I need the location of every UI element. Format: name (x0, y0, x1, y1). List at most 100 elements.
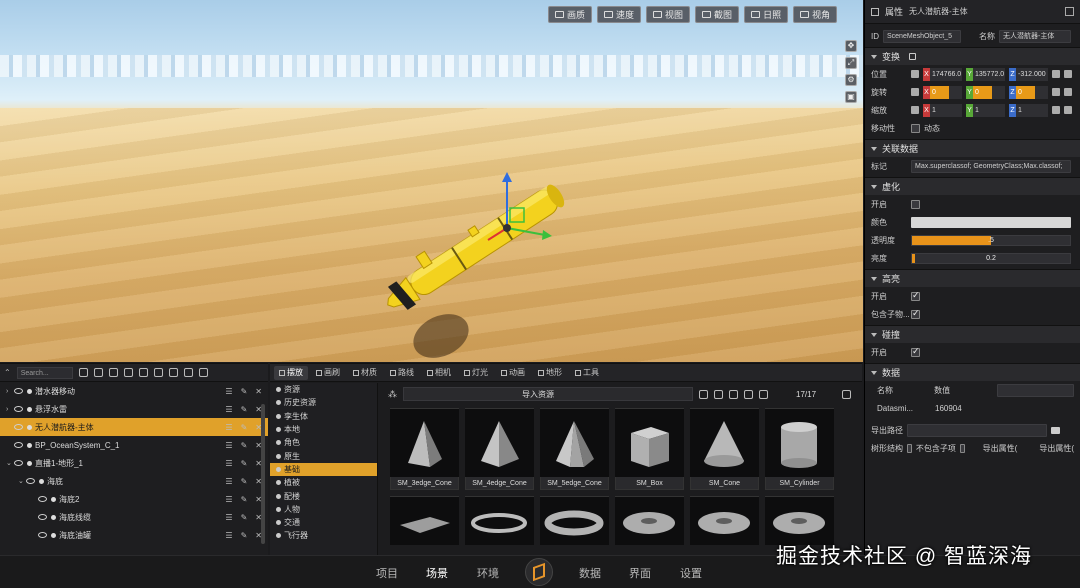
list-icon[interactable]: ☰ (225, 477, 232, 486)
color-swatch[interactable] (911, 216, 1071, 228)
paste-icon[interactable] (1064, 70, 1072, 78)
category-item[interactable]: 孪生体 (270, 410, 377, 423)
category-item[interactable]: 人物 (270, 503, 377, 516)
outliner-row[interactable]: › 悬浮水雷 ☰ ✎ ✕ (0, 400, 268, 418)
outliner-row[interactable]: 海底线缆 ☰ ✎ ✕ (0, 508, 268, 526)
expand-arrow-icon[interactable]: ⌄ (18, 477, 26, 485)
reset-icon[interactable] (911, 106, 919, 114)
outliner-row[interactable]: ⌄ 海底 ☰ ✎ ✕ (0, 472, 268, 490)
nav-settings[interactable]: 设置 (680, 565, 702, 581)
pencil-icon[interactable]: ✎ (241, 459, 248, 468)
settings-icon[interactable]: ⚙ (845, 74, 857, 86)
rotation-x-field[interactable]: 0 (930, 85, 962, 99)
highlight-enable-checkbox[interactable] (911, 290, 920, 301)
speed-button[interactable]: 速度 (597, 6, 642, 23)
asset-tile[interactable] (390, 496, 459, 545)
pencil-icon[interactable]: ✎ (241, 441, 248, 450)
view-grid-icon[interactable] (842, 389, 851, 399)
nav-environment[interactable]: 环境 (477, 565, 499, 581)
expand-arrow-icon[interactable]: › (6, 406, 14, 413)
sunlight-button[interactable]: 日照 (744, 6, 789, 23)
export-attr-button-1[interactable]: 导出属性( (983, 443, 1018, 454)
asset-tile[interactable]: SM_Cone (690, 408, 759, 490)
screenshot-button[interactable]: 截图 (695, 6, 740, 23)
lock-icon[interactable] (909, 53, 917, 60)
folder-icon[interactable] (1051, 426, 1060, 434)
browser-tab[interactable]: 画刷 (311, 366, 345, 380)
copy-icon[interactable] (1052, 70, 1060, 78)
list-icon[interactable]: ☰ (225, 495, 232, 504)
submarine-model[interactable] (360, 170, 600, 320)
outliner-row[interactable]: ⌄ 直播1-地形_1 ☰ ✎ ✕ (0, 454, 268, 472)
browser-tab[interactable]: 材质 (348, 366, 382, 380)
section-highlight[interactable]: 高亮 (865, 269, 1080, 287)
edit-icon[interactable] (744, 389, 753, 399)
eye-icon[interactable] (14, 442, 23, 448)
asset-tile[interactable]: SM_4edge_Cone (465, 408, 534, 490)
outliner-search-input[interactable]: Search... (16, 366, 73, 379)
asset-tile[interactable] (615, 496, 684, 545)
name-field[interactable]: 无人潜航器-主体 (999, 29, 1071, 43)
asset-tile[interactable] (690, 496, 759, 545)
perspective-button[interactable]: 视角 (793, 6, 838, 23)
export-attr-button-2[interactable]: 导出属性( (1039, 443, 1074, 454)
scale-x-field[interactable]: 1 (930, 103, 962, 117)
asset-tile[interactable] (765, 496, 834, 545)
paste-icon[interactable] (1064, 88, 1072, 96)
eye-icon[interactable] (26, 478, 35, 484)
list-icon[interactable]: ☰ (225, 513, 232, 522)
eye-icon[interactable] (38, 496, 47, 502)
focus-icon[interactable] (108, 368, 118, 377)
tag-field[interactable]: Max.superclassof; GeometryClass;Max.clas… (911, 159, 1071, 173)
asset-tile[interactable]: SM_5edge_Cone (540, 408, 609, 490)
rotation-z-field[interactable]: 0 (1016, 85, 1048, 99)
category-item[interactable]: 飞行器 (270, 529, 377, 542)
light-icon[interactable] (153, 368, 163, 377)
add-icon[interactable] (198, 368, 208, 377)
pencil-icon[interactable]: ✎ (241, 495, 248, 504)
category-item[interactable]: 历史资源 (270, 396, 377, 409)
browser-tab[interactable]: 摆放 (274, 365, 308, 380)
undo-icon[interactable] (1064, 106, 1072, 114)
pencil-icon[interactable]: ✎ (241, 405, 248, 414)
list-icon[interactable]: ☰ (225, 405, 232, 414)
category-item[interactable]: 角色 (270, 436, 377, 449)
favorite-icon[interactable] (729, 389, 738, 399)
pencil-icon[interactable]: ✎ (241, 387, 248, 396)
scale-z-field[interactable]: 1 (1016, 103, 1048, 117)
collapse-icon[interactable]: ⌃ (4, 368, 11, 377)
outliner-row[interactable]: 海底2 ☰ ✎ ✕ (0, 490, 268, 508)
no-children-checkbox[interactable] (959, 443, 965, 453)
category-item[interactable]: 基础 (270, 462, 377, 477)
opacity-slider[interactable]: .5 (911, 234, 1071, 246)
nav-scene[interactable]: 场景 (426, 565, 448, 581)
category-item[interactable]: 交通 (270, 516, 377, 529)
position-x-field[interactable]: 174766.0 (930, 67, 962, 81)
close-icon[interactable]: ✕ (255, 387, 262, 396)
eye-icon[interactable] (14, 406, 23, 412)
asset-tile[interactable]: SM_Cylinder (765, 408, 834, 490)
mobility-checkbox[interactable] (911, 123, 920, 133)
pencil-icon[interactable]: ✎ (241, 531, 248, 540)
outliner-scrollbar[interactable] (261, 404, 265, 544)
outliner-row[interactable]: › 潜水器移动 ☰ ✎ ✕ (0, 382, 268, 400)
category-item[interactable]: 原生 (270, 449, 377, 462)
data-value-field[interactable] (997, 383, 1074, 397)
category-item[interactable]: 资源 (270, 383, 377, 396)
asset-tile[interactable]: SM_3edge_Cone (390, 408, 459, 490)
browser-tab[interactable]: 相机 (422, 366, 456, 380)
tree-icon[interactable]: ⁂ (388, 389, 397, 400)
outliner-row[interactable]: 海底油罐 ☰ ✎ ✕ (0, 526, 268, 544)
zoom-icon[interactable]: ⤢ (845, 57, 857, 69)
position-y-field[interactable]: 135772.0 (973, 67, 1005, 81)
section-linked-data[interactable]: 关联数据 (865, 139, 1080, 157)
reset-icon[interactable] (911, 70, 919, 78)
3d-viewport[interactable]: 画质 速度 视图 截图 日照 视角 ✥ ⤢ ⚙ ▣ (0, 0, 863, 362)
nav-data[interactable]: 数据 (579, 565, 601, 581)
section-collision[interactable]: 碰撞 (865, 325, 1080, 343)
eye-icon[interactable] (14, 388, 23, 394)
section-virtual[interactable]: 虚化 (865, 177, 1080, 195)
include-children-checkbox[interactable] (911, 308, 920, 319)
view-button[interactable]: 视图 (646, 6, 691, 23)
asset-tile[interactable] (465, 496, 534, 545)
